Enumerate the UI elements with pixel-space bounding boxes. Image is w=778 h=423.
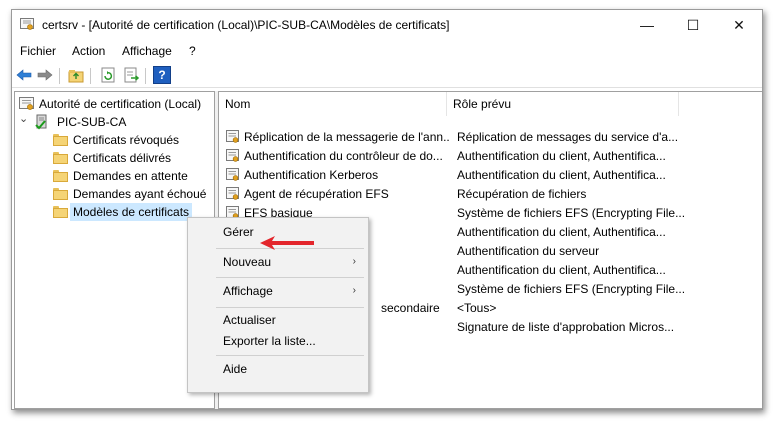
table-row[interactable]: Agent de récupération EFS Récupération de… xyxy=(219,185,689,204)
certificate-authority-icon xyxy=(19,97,34,110)
context-menu-label: Gérer xyxy=(223,225,254,239)
tree-item-issued[interactable]: Certificats délivrés xyxy=(53,149,213,167)
cell-name: Authentification du contrôleur de do... xyxy=(244,149,443,163)
folder-icon xyxy=(53,134,68,146)
annotation-arrow-icon xyxy=(260,236,314,250)
tree-root-item[interactable]: Autorité de certification (Local) xyxy=(19,95,214,113)
table-row[interactable]: Réplication de la messagerie de l'ann...… xyxy=(219,128,689,147)
context-menu-label: Affichage xyxy=(223,284,273,298)
column-header-name[interactable]: Nom xyxy=(219,92,447,116)
toolbar-separator xyxy=(59,68,60,84)
cell-role: Récupération de fichiers xyxy=(457,187,587,201)
tree-item-label: Certificats révoqués xyxy=(73,133,180,147)
tree-item-label: Demandes ayant échoué xyxy=(73,187,207,201)
menu-separator xyxy=(216,277,364,278)
certificate-template-icon xyxy=(226,130,239,143)
help-icon[interactable]: ? xyxy=(153,66,171,84)
minimize-button[interactable]: — xyxy=(624,10,670,40)
mmc-window: certsrv - [Autorité de certification (Lo… xyxy=(11,9,763,410)
certificate-template-icon xyxy=(226,187,239,200)
server-check-icon xyxy=(35,114,47,130)
context-menu-item-actualiser[interactable]: Actualiser xyxy=(188,309,368,331)
certificate-template-icon xyxy=(226,168,239,181)
context-menu-item-exporter[interactable]: Exporter la liste... xyxy=(188,330,368,352)
submenu-arrow-icon: › xyxy=(352,285,356,296)
tree-item-pending[interactable]: Demandes en attente xyxy=(53,167,213,185)
up-folder-icon[interactable] xyxy=(67,66,85,84)
tree-ca-item[interactable]: ⌄ PIC-SUB-CA xyxy=(19,113,214,131)
menu-fichier[interactable]: Fichier xyxy=(20,44,56,58)
table-row[interactable]: Authentification Kerberos Authentificatio… xyxy=(219,166,689,185)
cell-role: Authentification du client, Authentifica… xyxy=(457,263,666,277)
tree-item-label: Certificats délivrés xyxy=(73,151,172,165)
toolbar: ? xyxy=(12,65,762,88)
folder-icon xyxy=(53,170,68,182)
tree-item-label: Modèles de certificats xyxy=(70,203,193,221)
cell-role: Système de fichiers EFS (Encrypting File… xyxy=(457,206,686,220)
export-list-icon[interactable] xyxy=(122,66,140,84)
context-menu-item-affichage[interactable]: Affichage › xyxy=(188,280,368,302)
cell-name: Authentification Kerberos xyxy=(244,168,379,182)
menu-affichage[interactable]: Affichage xyxy=(122,44,172,58)
table-row[interactable]: Authentification du contrôleur de do... A… xyxy=(219,147,689,166)
toolbar-separator xyxy=(90,68,91,84)
forward-arrow-icon[interactable] xyxy=(36,66,54,84)
cell-role: Authentification du client, Authentifica… xyxy=(457,149,666,163)
toolbar-separator xyxy=(145,68,146,84)
window-title: certsrv - [Autorité de certification (Lo… xyxy=(42,18,450,32)
submenu-arrow-icon: › xyxy=(352,256,356,267)
cell-role: Réplication de messages du service d'a..… xyxy=(457,130,679,144)
tree-item-revoked[interactable]: Certificats révoqués xyxy=(53,131,213,149)
cell-role: <Tous> xyxy=(457,301,497,315)
menu-action[interactable]: Action xyxy=(72,44,105,58)
cell-name: Agent de récupération EFS xyxy=(244,187,389,201)
cell-role: Authentification du client, Authentifica… xyxy=(457,168,666,182)
context-menu-label: Nouveau xyxy=(223,255,272,269)
tree-item-failed[interactable]: Demandes ayant échoué xyxy=(53,185,213,203)
folder-icon xyxy=(53,152,68,164)
tree-ca-label: PIC-SUB-CA xyxy=(57,115,127,129)
console-tree: Autorité de certification (Local) ⌄ PIC-… xyxy=(14,91,215,409)
menu-separator xyxy=(216,355,364,356)
folder-icon xyxy=(53,206,68,218)
tree-item-label: Demandes en attente xyxy=(73,169,188,183)
context-menu-label: Actualiser xyxy=(223,313,276,327)
context-menu-label: Exporter la liste... xyxy=(223,334,316,348)
context-menu-label: Aide xyxy=(223,362,248,376)
close-button[interactable]: ✕ xyxy=(716,10,762,40)
title-bar: certsrv - [Autorité de certification (Lo… xyxy=(12,10,762,40)
refresh-icon[interactable] xyxy=(99,66,117,84)
maximize-button[interactable]: ☐ xyxy=(670,10,716,40)
folder-icon xyxy=(53,188,68,200)
certificate-template-icon xyxy=(226,149,239,162)
certsrv-app-icon xyxy=(20,18,34,30)
context-menu-item-nouveau[interactable]: Nouveau › xyxy=(188,251,368,273)
menu-help[interactable]: ? xyxy=(189,44,196,58)
cell-role: Authentification du serveur xyxy=(457,244,600,258)
cell-role: Signature de liste d'approbation Micros.… xyxy=(457,320,675,334)
column-header-role[interactable]: Rôle prévu xyxy=(447,92,679,116)
chevron-down-icon[interactable]: ⌄ xyxy=(19,110,28,128)
cell-role: Authentification du client, Authentifica… xyxy=(457,225,666,239)
tree-root-label: Autorité de certification (Local) xyxy=(39,97,202,111)
context-menu-item-aide[interactable]: Aide xyxy=(188,358,368,380)
back-arrow-icon[interactable] xyxy=(15,66,33,84)
menu-separator xyxy=(216,307,364,308)
cell-name: secondaire xyxy=(381,301,440,315)
cell-name: Réplication de la messagerie de l'ann... xyxy=(244,130,449,144)
cell-role: Système de fichiers EFS (Encrypting File… xyxy=(457,282,686,296)
menu-bar: Fichier Action Affichage ? xyxy=(12,41,762,61)
